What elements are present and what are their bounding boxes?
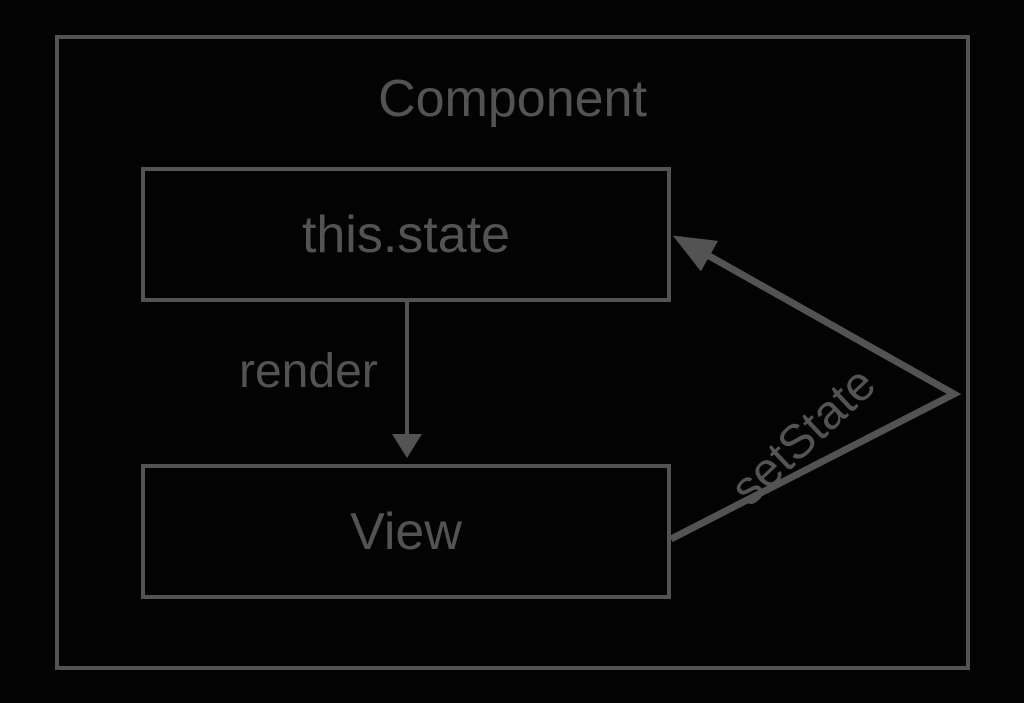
render-label: render (239, 344, 378, 399)
setstate-label: setState (720, 356, 886, 516)
component-container: Component this.state render View setStat… (55, 35, 970, 670)
component-title: Component (59, 69, 966, 129)
view-box: View (141, 464, 671, 599)
view-label: View (350, 502, 462, 562)
render-arrow-icon (405, 302, 409, 440)
state-box: this.state (141, 167, 671, 302)
state-label: this.state (302, 205, 510, 265)
